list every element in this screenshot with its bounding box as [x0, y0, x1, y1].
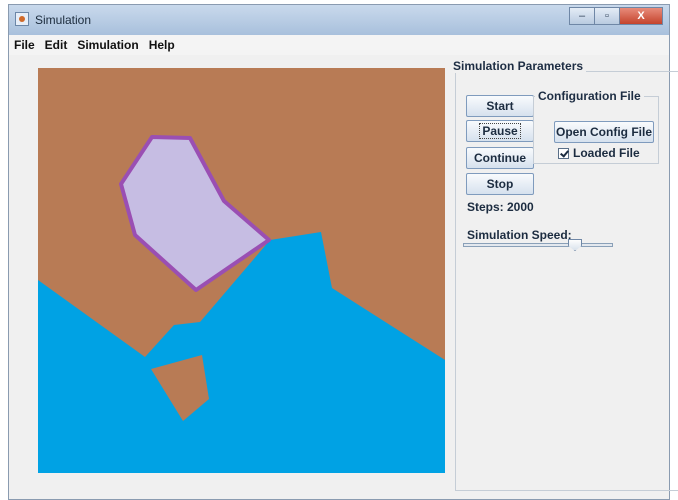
simulation-speed-slider[interactable] — [463, 239, 613, 251]
maximize-button[interactable]: ▫ — [594, 7, 620, 25]
pause-button-label: Pause — [479, 123, 521, 139]
steps-label: Steps: 2000 — [467, 200, 534, 214]
stop-button-label: Stop — [486, 177, 514, 191]
loaded-file-checkbox-row[interactable]: Loaded File — [558, 146, 640, 160]
continue-button-label: Continue — [474, 151, 526, 165]
simulation-map — [38, 68, 445, 473]
window-title: Simulation — [35, 13, 92, 27]
loaded-file-label: Loaded File — [573, 146, 640, 160]
config-file-legend: Configuration File — [535, 89, 644, 103]
parameters-legend: Simulation Parameters — [450, 59, 587, 73]
simulation-window: Simulation – ▫ X File Edit Simulation He… — [8, 4, 678, 500]
pause-button[interactable]: Pause — [466, 120, 534, 142]
maximize-icon: ▫ — [605, 10, 609, 22]
open-config-file-label: Open Config File — [556, 125, 652, 139]
menu-edit[interactable]: Edit — [40, 38, 73, 52]
simulation-speed-label: Simulation Speed: — [467, 228, 572, 242]
menu-simulation[interactable]: Simulation — [72, 38, 143, 52]
start-button-label: Start — [486, 99, 514, 113]
close-icon: X — [637, 10, 645, 22]
simulation-canvas[interactable] — [38, 68, 445, 473]
window-controls: – ▫ X — [569, 7, 663, 27]
close-button[interactable]: X — [619, 7, 663, 25]
continue-button[interactable]: Continue — [466, 147, 534, 169]
start-button[interactable]: Start — [466, 95, 534, 117]
open-config-file-button[interactable]: Open Config File — [554, 121, 654, 143]
menu-help[interactable]: Help — [144, 38, 180, 52]
stop-button[interactable]: Stop — [466, 173, 534, 195]
menu-bar: File Edit Simulation Help — [9, 35, 669, 55]
title-bar[interactable]: Simulation – ▫ X — [9, 5, 669, 35]
java-app-icon — [15, 12, 29, 26]
minimize-icon: – — [578, 10, 586, 22]
loaded-file-checkbox[interactable] — [558, 147, 569, 159]
minimize-button[interactable]: – — [569, 7, 595, 25]
menu-file[interactable]: File — [9, 38, 40, 52]
